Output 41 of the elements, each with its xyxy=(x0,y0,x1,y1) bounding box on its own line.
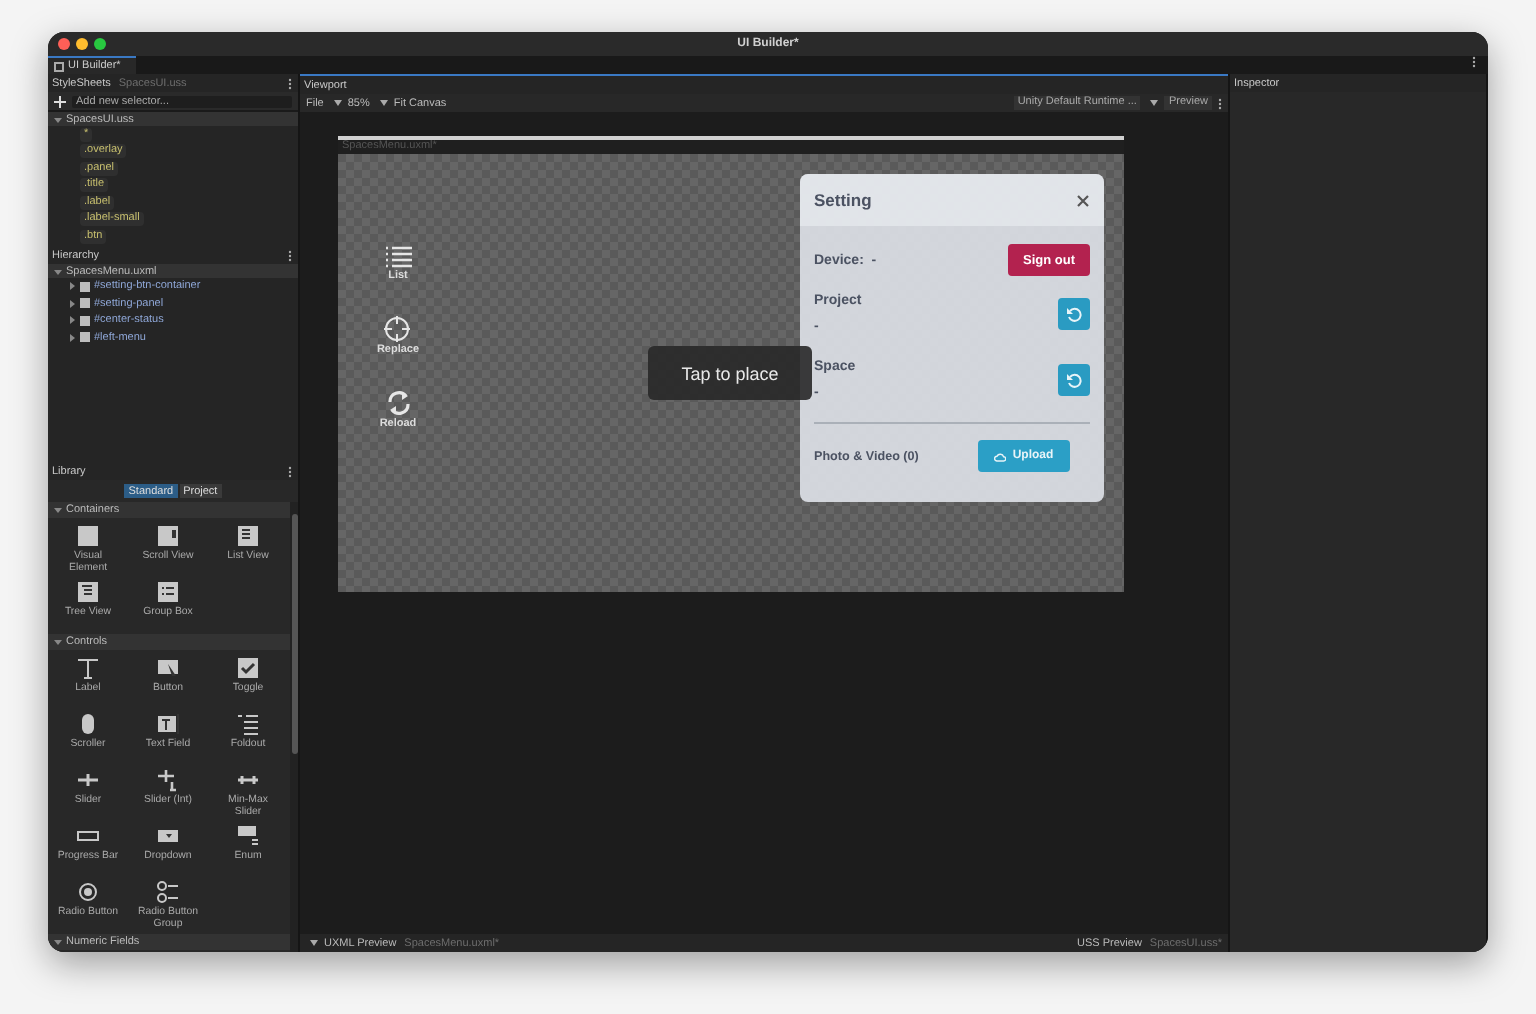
close-icon[interactable] xyxy=(1076,193,1090,207)
enum-control-icon xyxy=(236,824,260,848)
refresh-button[interactable] xyxy=(1058,363,1090,395)
caret-icon[interactable] xyxy=(310,940,318,946)
caret-icon[interactable] xyxy=(333,100,342,106)
refresh-icon xyxy=(1066,305,1082,321)
refresh-button[interactable] xyxy=(1058,297,1090,329)
caret-icon[interactable] xyxy=(54,638,62,646)
caret-icon[interactable] xyxy=(1150,100,1159,106)
radio-control-icon xyxy=(76,880,100,904)
list-control-icon xyxy=(236,524,260,548)
label-control-icon xyxy=(76,656,100,680)
group-control-icon xyxy=(156,580,180,604)
toggle-control-icon xyxy=(236,656,260,680)
close-button[interactable] xyxy=(58,38,70,50)
slider-control-icon xyxy=(76,768,100,792)
box-control-icon xyxy=(76,524,100,548)
cloud-icon xyxy=(994,451,1007,461)
button-control-icon xyxy=(156,656,180,680)
tree-control-icon xyxy=(76,580,100,604)
zoom-button[interactable] xyxy=(94,38,106,50)
caret-icon[interactable] xyxy=(379,100,388,106)
dropdown-control-icon xyxy=(156,824,180,848)
scroller-control-icon xyxy=(76,712,100,736)
window-icon xyxy=(54,61,64,71)
scrollbar-thumb[interactable] xyxy=(291,514,297,754)
textfield-control-icon xyxy=(156,712,180,736)
scroll-control-icon xyxy=(156,524,180,548)
add-icon[interactable] xyxy=(54,95,66,107)
toast-message: Tap to place xyxy=(648,346,812,400)
crosshair-icon xyxy=(384,316,411,342)
panel-title: Setting xyxy=(814,190,872,210)
caret-icon[interactable] xyxy=(54,506,62,514)
radiogroup-control-icon xyxy=(156,880,180,904)
caret-icon[interactable] xyxy=(54,938,62,946)
refresh-icon xyxy=(1066,371,1082,387)
minimize-button[interactable] xyxy=(76,38,88,50)
list-icon xyxy=(385,246,411,268)
refresh-icon xyxy=(385,390,411,416)
foldout-control-icon xyxy=(236,712,260,736)
sliderint-control-icon xyxy=(156,768,180,792)
